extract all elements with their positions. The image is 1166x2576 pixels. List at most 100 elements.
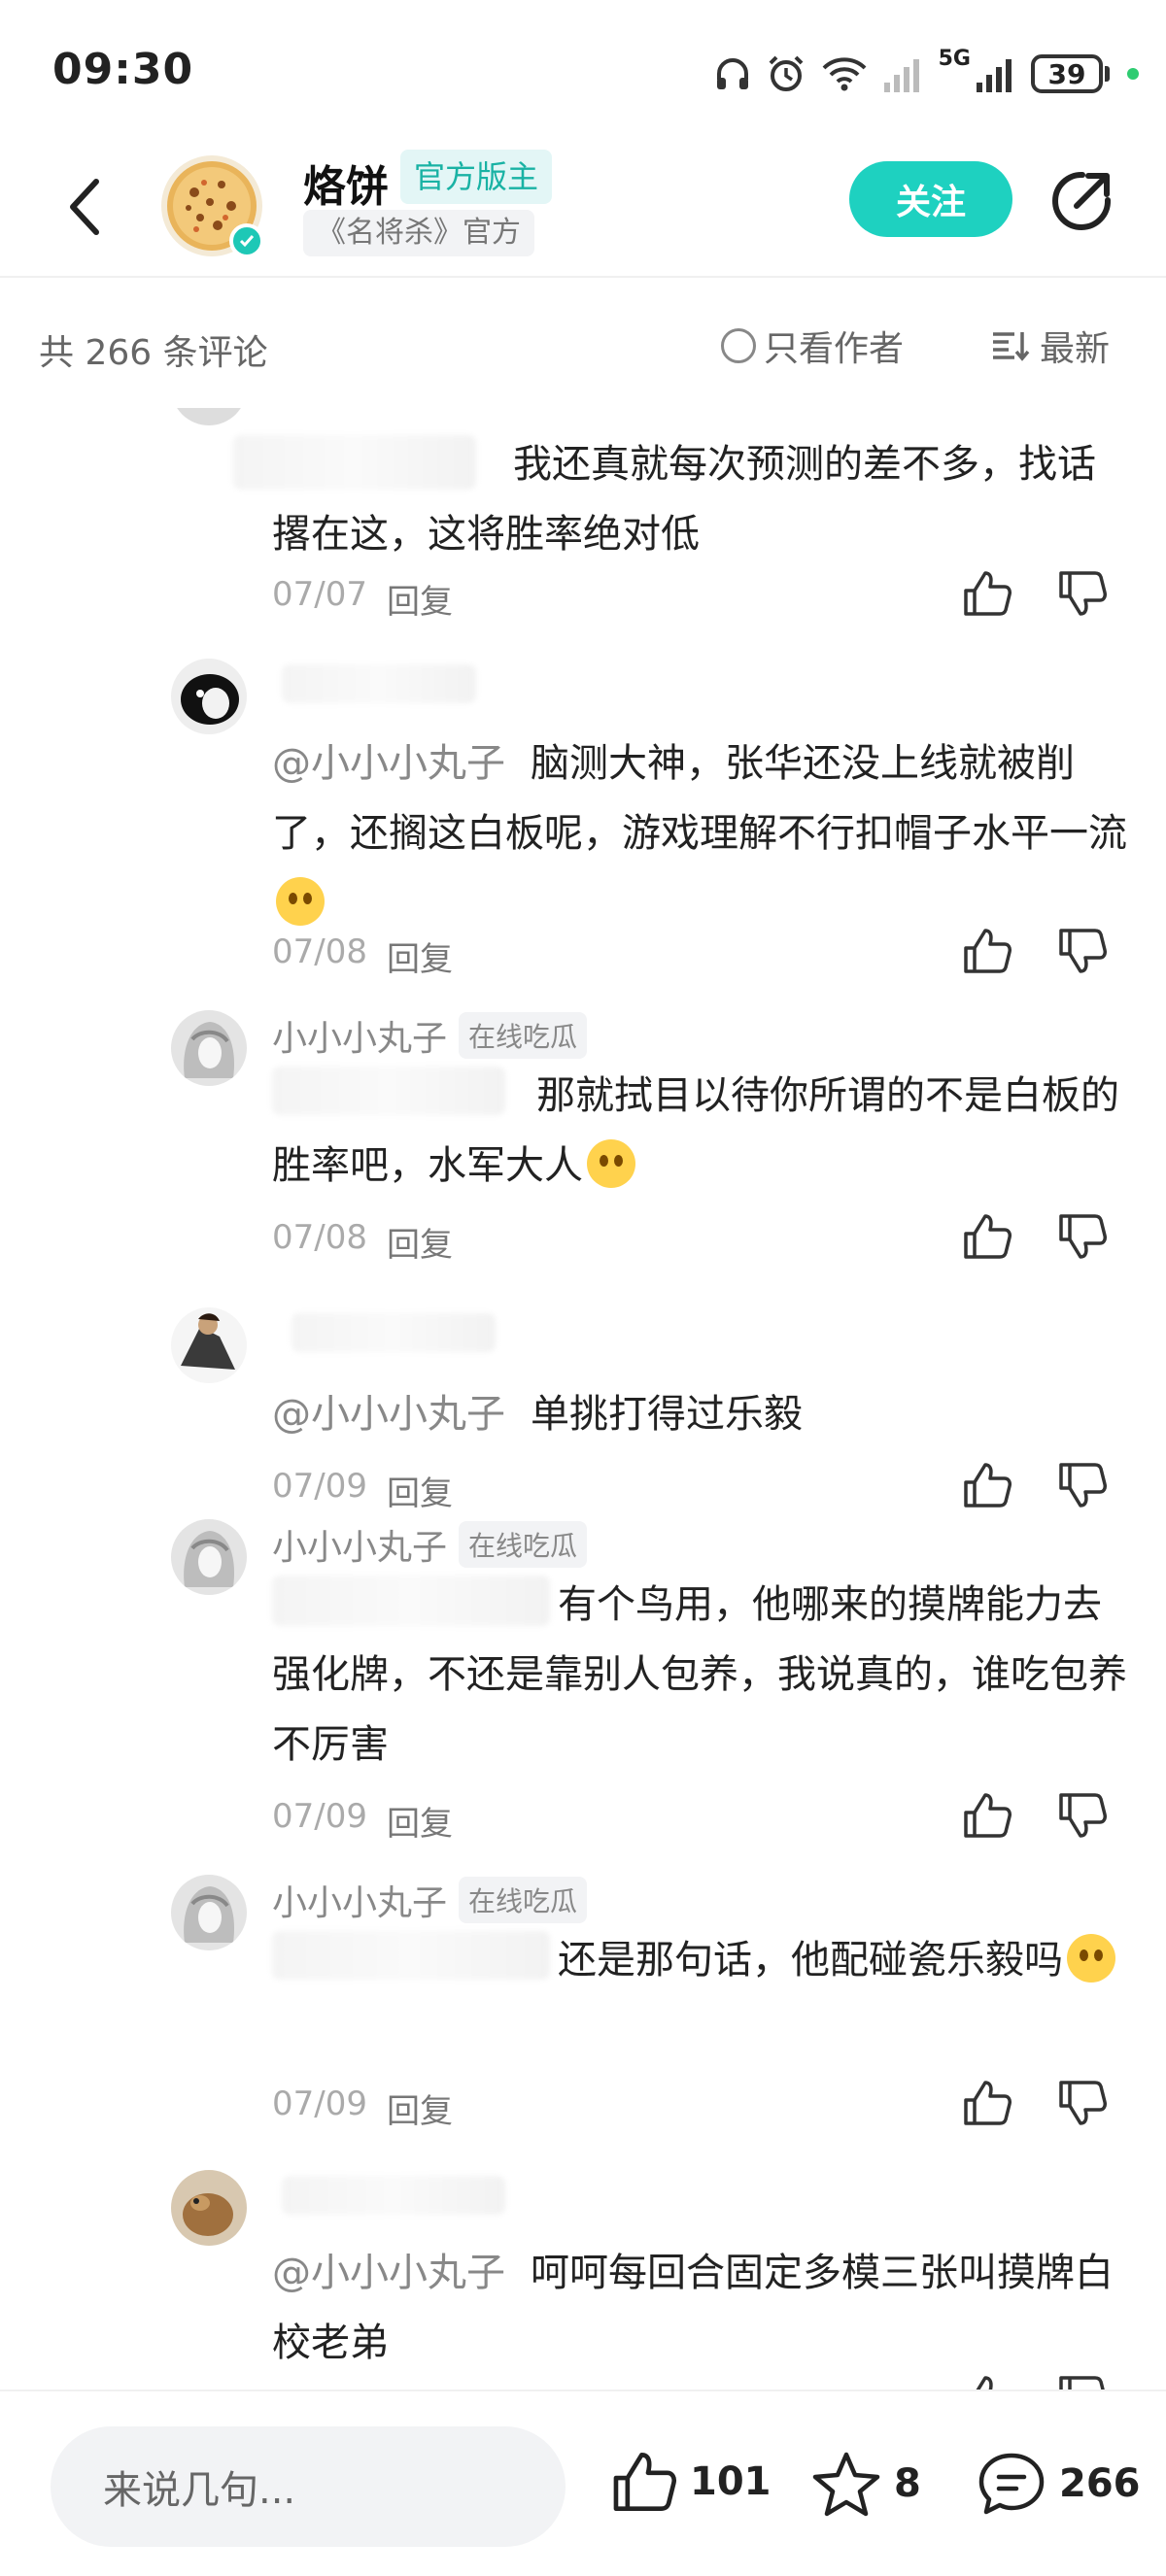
status-bar: 09:30 5G 39 xyxy=(0,0,1166,146)
reply-text: 还是那句话，他配碰瓷乐毅吗 xyxy=(272,1925,1127,1995)
post-header: 烙饼 官方版主 《名将杀》官方 关注 xyxy=(0,146,1166,278)
emoji-icon xyxy=(587,1139,635,1188)
reply-button[interactable]: 回复 xyxy=(387,932,453,980)
reply-mention[interactable]: @小小小丸子 xyxy=(272,2251,505,2295)
battery-level: 39 xyxy=(1031,54,1103,93)
thumbs-up-icon[interactable] xyxy=(962,569,1012,618)
reply-text: 我还真就每次预测的差不多，找话撂在这，这将胜率绝对低 xyxy=(272,442,1096,557)
reply-author-name[interactable]: 小小小丸子 xyxy=(272,1010,447,1061)
comment-count: 共 266 条评论 xyxy=(39,333,268,373)
reply-actions xyxy=(962,1461,1108,1509)
like-button[interactable]: 101 xyxy=(610,2450,772,2514)
reply-date: 07/07 xyxy=(272,575,367,614)
thumbs-up-icon[interactable] xyxy=(962,2374,1012,2390)
thumbs-up-icon[interactable] xyxy=(962,1791,1012,1840)
network-label: 5G xyxy=(938,47,971,71)
battery-icon: 39 xyxy=(1031,54,1110,93)
reply-text: @小小小丸子 单挑打得过乐毅 xyxy=(272,1392,803,1437)
reply-author-row: 小小小丸子 在线吃瓜 xyxy=(272,1519,588,1570)
reply-button[interactable]: 回复 xyxy=(387,1218,453,1266)
like-count: 101 xyxy=(690,2459,772,2504)
reply-meta: 07/08 回复 xyxy=(272,1218,453,1266)
reply-button[interactable]: 回复 xyxy=(387,575,453,623)
avatar[interactable] xyxy=(171,1875,247,1950)
status-time: 09:30 xyxy=(52,45,194,94)
comment-button[interactable]: 266 xyxy=(976,2450,1141,2518)
favorite-button[interactable]: 8 xyxy=(810,2450,921,2518)
star-icon xyxy=(812,2452,880,2517)
comment-filter-bar: 共 266 条评论 只看作者 最新 xyxy=(0,282,1166,408)
thumbs-up-icon[interactable] xyxy=(962,927,1012,975)
reply-author-tag: 在线吃瓜 xyxy=(459,1012,588,1059)
thumbs-down-icon[interactable] xyxy=(1057,569,1108,618)
thumbs-down-icon[interactable] xyxy=(1057,1791,1108,1840)
radio-icon xyxy=(721,328,756,363)
reply-meta: 07/09 回复 xyxy=(272,1797,453,1845)
signal-icon xyxy=(883,59,919,92)
official-badge: 官方版主 xyxy=(400,150,553,204)
comment-bubble-icon xyxy=(978,2453,1045,2515)
reply-text: 那就拭目以待你所谓的不是白板的胜率吧，水军大人 xyxy=(272,1073,1119,1188)
back-button[interactable] xyxy=(51,173,119,241)
reply-button[interactable]: 回复 xyxy=(387,2085,453,2132)
reply-meta: 07/09 回复 xyxy=(272,2085,453,2132)
thumbs-down-icon[interactable] xyxy=(1057,1212,1108,1261)
reply-date: 07/08 xyxy=(272,932,367,971)
author-avatar[interactable] xyxy=(161,155,264,258)
reply-button[interactable]: 回复 xyxy=(387,1797,453,1845)
back-arrow-icon xyxy=(70,179,99,235)
reply-author-row: 小小小丸子 在线吃瓜 xyxy=(272,1010,588,1061)
emoji-icon xyxy=(1067,1934,1115,1983)
reply-actions xyxy=(962,1791,1108,1840)
reply-actions xyxy=(962,2079,1108,2127)
share-icon xyxy=(1052,171,1112,230)
reply-actions xyxy=(962,927,1108,975)
reply-mention[interactable]: @小小小丸子 xyxy=(272,1392,505,1437)
sort-label: 最新 xyxy=(1040,329,1111,369)
thumbs-up-icon[interactable] xyxy=(962,2079,1012,2127)
activity-dot xyxy=(1127,68,1139,80)
avatar[interactable] xyxy=(171,2170,247,2246)
thumbs-up-icon[interactable] xyxy=(962,1461,1012,1509)
follow-button[interactable]: 关注 xyxy=(849,161,1012,237)
reply-author-name[interactable]: 小小小丸子 xyxy=(272,1519,447,1570)
thumbs-up-icon xyxy=(613,2452,676,2512)
thumbs-down-icon[interactable] xyxy=(1057,2079,1108,2127)
reply-date: 07/09 xyxy=(272,1797,367,1836)
reply-date: 07/09 xyxy=(272,1467,367,1506)
avatar[interactable] xyxy=(171,1307,247,1383)
status-icons: 5G 39 xyxy=(713,47,1139,101)
reply-button[interactable]: 回复 xyxy=(387,1467,453,1514)
reply-mention[interactable]: @小小小丸子 xyxy=(272,741,505,786)
alarm-icon xyxy=(769,55,804,91)
comment-input[interactable]: 来说几句... xyxy=(51,2426,566,2547)
signal-icon xyxy=(977,59,1012,92)
thumbs-up-icon[interactable] xyxy=(962,1212,1012,1261)
avatar[interactable] xyxy=(171,1519,247,1595)
favorite-count: 8 xyxy=(894,2461,921,2506)
reply-text: 有个鸟用，他哪来的摸牌能力去强化牌，不还是靠别人包养，我说真的，谁吃包养不厉害 xyxy=(272,1582,1127,1767)
sort-icon xyxy=(993,332,1030,361)
author-only-label: 只看作者 xyxy=(764,329,905,369)
author-subtitle: 《名将杀》官方 xyxy=(303,210,534,256)
thumbs-down-icon[interactable] xyxy=(1057,927,1108,975)
headphones-icon xyxy=(716,58,748,89)
reply-actions xyxy=(962,569,1108,618)
share-button[interactable] xyxy=(1047,167,1115,235)
reply-author-tag: 在线吃瓜 xyxy=(459,1521,588,1568)
thumbs-down-icon[interactable] xyxy=(1057,1461,1108,1509)
reply-author-row: 小小小丸子 在线吃瓜 xyxy=(272,1875,588,1925)
author-name[interactable]: 烙饼 xyxy=(303,152,389,214)
thumbs-down-icon[interactable] xyxy=(1057,2374,1108,2390)
reply-meta: 07/08 回复 xyxy=(272,932,453,980)
reply-author-name[interactable]: 小小小丸子 xyxy=(272,1875,447,1925)
author-only-toggle[interactable]: 只看作者 xyxy=(721,321,904,371)
avatar[interactable] xyxy=(171,408,247,425)
reply-date: 07/08 xyxy=(272,1218,367,1257)
sort-button[interactable]: 最新 xyxy=(991,321,1110,371)
avatar[interactable] xyxy=(171,659,247,734)
avatar[interactable] xyxy=(171,1010,247,1086)
comment-count-bottom: 266 xyxy=(1059,2461,1141,2506)
reply-list: 我还真就每次预测的差不多，找话撂在这，这将胜率绝对低 07/07 回复 @小小小… xyxy=(0,408,1166,2390)
emoji-icon xyxy=(276,877,325,926)
